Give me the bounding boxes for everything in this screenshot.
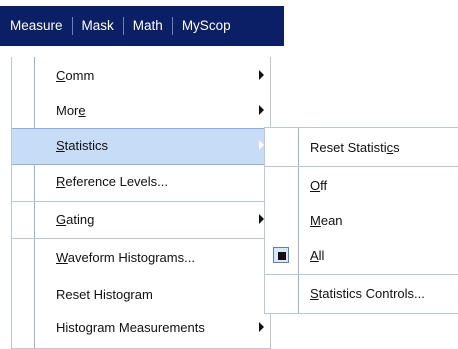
menu-measure[interactable]: Measure bbox=[0, 17, 72, 35]
menu-item-comm[interactable]: Comm bbox=[12, 59, 270, 94]
submenu-item-reset-statistics-label: Reset Statistics bbox=[310, 140, 400, 155]
menu-item-reference-levels[interactable]: Reference Levels... bbox=[12, 165, 270, 200]
menu-item-waveform-histograms[interactable]: Waveform Histograms... bbox=[12, 241, 270, 276]
menu-item-comm-label: Comm bbox=[56, 68, 95, 83]
menu-item-more[interactable]: More bbox=[12, 94, 270, 129]
menu-item-gating-label: Gating bbox=[56, 212, 95, 227]
submenu-arrow-icon bbox=[259, 105, 264, 115]
submenu-item-mean-label: Mean bbox=[310, 213, 343, 228]
menu-separator bbox=[12, 238, 270, 239]
submenu-arrow-icon bbox=[259, 322, 264, 332]
selected-bullet-icon bbox=[278, 252, 286, 260]
submenu-separator bbox=[265, 166, 458, 167]
menu-item-reference-levels-label: Reference Levels... bbox=[56, 174, 169, 189]
menu-bar: Measure Mask Math MyScop bbox=[0, 6, 284, 46]
menu-item-reset-histogram[interactable]: Reset Histogram bbox=[12, 278, 270, 313]
submenu-item-statistics-controls-label: Statistics Controls... bbox=[310, 286, 425, 301]
menu-item-statistics-label: Statistics bbox=[56, 138, 109, 153]
menu-item-statistics[interactable]: Statistics bbox=[12, 128, 270, 165]
menu-separator bbox=[12, 201, 270, 202]
menu-myscope[interactable]: MyScop bbox=[171, 17, 240, 35]
submenu-item-statistics-controls[interactable]: Statistics Controls... bbox=[265, 276, 458, 311]
measure-dropdown-menu: Comm More Statistics Reference Levels...… bbox=[11, 57, 271, 349]
submenu-arrow-icon bbox=[259, 70, 264, 80]
submenu-item-all[interactable]: All bbox=[265, 238, 458, 273]
menu-math[interactable]: Math bbox=[122, 17, 172, 35]
submenu-separator bbox=[265, 274, 458, 275]
statistics-submenu: Reset Statistics Off Mean All Statistics… bbox=[264, 127, 458, 314]
menu-item-waveform-histograms-label: Waveform Histograms... bbox=[56, 250, 195, 265]
submenu-item-reset-statistics[interactable]: Reset Statistics bbox=[265, 130, 458, 165]
menu-item-histogram-measurements-label: Histogram Measurements bbox=[56, 320, 205, 335]
menu-item-more-label: More bbox=[56, 103, 86, 118]
submenu-item-mean[interactable]: Mean bbox=[265, 203, 458, 238]
menu-item-gating[interactable]: Gating bbox=[12, 203, 270, 238]
submenu-item-off[interactable]: Off bbox=[265, 168, 458, 203]
menu-item-reset-histogram-label: Reset Histogram bbox=[56, 287, 153, 302]
menu-mask[interactable]: Mask bbox=[71, 17, 123, 35]
menu-item-histogram-measurements[interactable]: Histogram Measurements bbox=[12, 311, 270, 346]
submenu-item-all-label: All bbox=[310, 248, 325, 263]
submenu-item-off-label: Off bbox=[310, 178, 328, 193]
